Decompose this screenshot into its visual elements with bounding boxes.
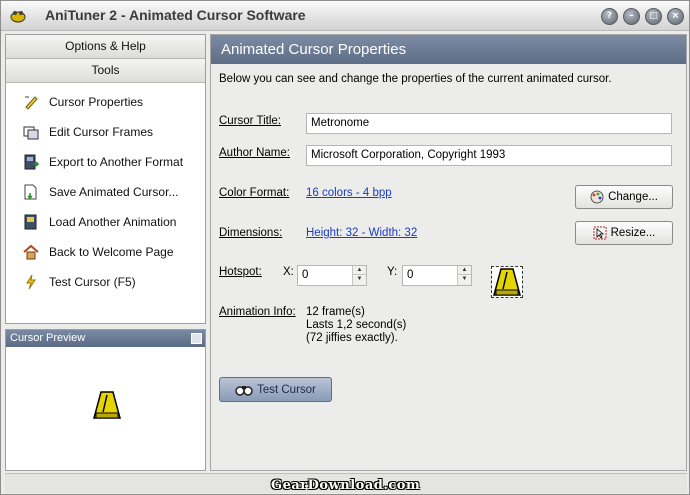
- intro-text: Below you can see and change the propert…: [219, 73, 612, 85]
- hotspot-cursor-preview[interactable]: [491, 266, 523, 298]
- cursor-title-input[interactable]: Metronome: [306, 113, 672, 134]
- sidebar-item-label: Cursor Properties: [49, 95, 144, 109]
- hotspot-y-label: Y:: [387, 266, 398, 278]
- help-button[interactable]: ?: [601, 8, 618, 25]
- window-title: AniTuner 2 - Animated Cursor Software: [45, 7, 306, 23]
- metronome-icon: [93, 391, 121, 419]
- sidebar-item-label: Test Cursor (F5): [49, 275, 136, 289]
- change-button-label: Change...: [608, 191, 658, 203]
- hotspot-y-arrows[interactable]: ▲ ▼: [457, 266, 471, 285]
- animation-frames: 12 frame(s): [306, 306, 365, 318]
- save-icon: [22, 184, 39, 201]
- cursor-preview-header: Cursor Preview: [6, 330, 205, 347]
- sidebar-item-load[interactable]: Load Another Animation: [6, 207, 205, 237]
- sidebar-item-label: Load Another Animation: [49, 215, 177, 229]
- animation-info: 12 frame(s) Lasts 1,2 second(s) (72 jiff…: [306, 306, 406, 345]
- load-icon: [22, 214, 39, 231]
- close-button[interactable]: ×: [667, 8, 684, 25]
- panel-title: Animated Cursor Properties: [211, 35, 686, 64]
- hotspot-x-label: X:: [283, 266, 294, 278]
- sidebar-item-label: Save Animated Cursor...: [49, 185, 179, 199]
- author-name-label: Author Name:: [219, 147, 290, 159]
- author-name-input[interactable]: Microsoft Corporation, Copyright 1993: [306, 145, 672, 166]
- lightning-icon: [22, 274, 39, 291]
- animation-info-label: Animation Info:: [219, 306, 296, 318]
- dimensions-link[interactable]: Height: 32 - Width: 32: [306, 227, 417, 239]
- title-bar[interactable]: AniTuner 2 - Animated Cursor Software ? …: [1, 1, 689, 31]
- tools-header[interactable]: Tools: [6, 59, 205, 83]
- test-cursor-label: Test Cursor: [257, 383, 316, 396]
- animation-jiffies: (72 jiffies exactly).: [306, 332, 398, 344]
- frames-icon: [22, 124, 39, 141]
- up-arrow-icon[interactable]: ▲: [353, 266, 366, 275]
- sidebar-item-cursor-properties[interactable]: Cursor Properties: [6, 87, 205, 117]
- cursor-title-label: Cursor Title:: [219, 115, 281, 127]
- cursor-preview-title: Cursor Preview: [10, 332, 86, 344]
- animation-duration: Lasts 1,2 second(s): [306, 319, 407, 331]
- export-icon: [22, 154, 39, 171]
- up-arrow-icon[interactable]: ▲: [458, 266, 471, 275]
- hotspot-y-value: 0: [407, 269, 414, 281]
- sidebar-item-welcome[interactable]: Back to Welcome Page: [6, 237, 205, 267]
- preview-background-toggle[interactable]: [191, 333, 202, 344]
- app-icon: [10, 11, 26, 23]
- home-icon: [22, 244, 39, 261]
- resize-button[interactable]: Resize...: [575, 221, 673, 245]
- hotspot-x-arrows[interactable]: ▲ ▼: [352, 266, 366, 285]
- color-format-label: Color Format:: [219, 187, 290, 199]
- sidebar-item-save[interactable]: Save Animated Cursor...: [6, 177, 205, 207]
- sidebar-item-label: Export to Another Format: [49, 155, 184, 169]
- palette-icon: [590, 190, 604, 204]
- sidebar-item-export[interactable]: Export to Another Format: [6, 147, 205, 177]
- sidebar: Options & Help Tools Cursor Properties E…: [5, 34, 206, 324]
- dimensions-label: Dimensions:: [219, 227, 283, 239]
- options-help-header[interactable]: Options & Help: [6, 35, 205, 59]
- resize-button-label: Resize...: [610, 227, 656, 239]
- change-button[interactable]: Change...: [575, 185, 673, 209]
- sidebar-item-label: Back to Welcome Page: [49, 245, 174, 259]
- maximize-button[interactable]: □: [645, 8, 662, 25]
- sidebar-item-edit-frames[interactable]: Edit Cursor Frames: [6, 117, 205, 147]
- cursor-preview-panel: Cursor Preview: [5, 329, 206, 471]
- sidebar-item-test-cursor[interactable]: Test Cursor (F5): [6, 267, 205, 297]
- hotspot-label: Hotspot:: [219, 266, 262, 278]
- resize-icon: [593, 226, 607, 240]
- properties-icon: [22, 94, 39, 111]
- minimize-button[interactable]: –: [623, 8, 640, 25]
- hotspot-y-stepper[interactable]: 0 ▲ ▼: [402, 265, 472, 286]
- color-format-link[interactable]: 16 colors - 4 bpp: [306, 187, 392, 199]
- down-arrow-icon[interactable]: ▼: [353, 275, 366, 284]
- tools-list: Cursor Properties Edit Cursor Frames Exp…: [6, 83, 205, 297]
- properties-panel: Animated Cursor Properties Below you can…: [210, 34, 687, 471]
- hotspot-x-stepper[interactable]: 0 ▲ ▼: [297, 265, 367, 286]
- watermark: GearDownload.com: [271, 478, 421, 493]
- binoculars-icon: [235, 385, 253, 396]
- metronome-icon: [493, 268, 521, 296]
- down-arrow-icon[interactable]: ▼: [458, 275, 471, 284]
- test-cursor-button[interactable]: Test Cursor: [219, 377, 332, 402]
- app-window: AniTuner 2 - Animated Cursor Software ? …: [0, 0, 690, 495]
- hotspot-x-value: 0: [302, 269, 309, 281]
- sidebar-item-label: Edit Cursor Frames: [49, 125, 154, 139]
